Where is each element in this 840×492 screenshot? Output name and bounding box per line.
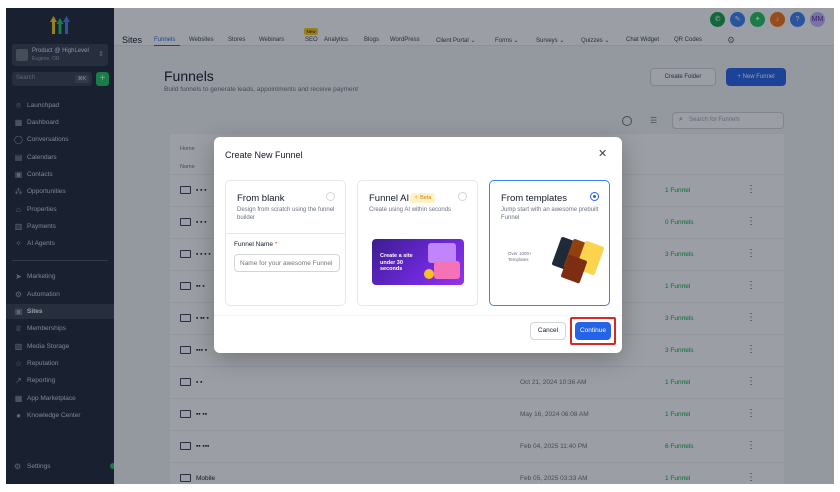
funnel-name-label: Funnel Name * xyxy=(234,241,277,248)
beta-badge: ✧ Beta xyxy=(410,193,436,203)
templates-promo-text: Over 1000+ Templates xyxy=(508,251,532,262)
ai-promo-text: Create a site under 30 seconds xyxy=(380,253,413,272)
highlight-annotation: Continue xyxy=(570,317,616,345)
modal-title: Create New Funnel xyxy=(225,150,303,160)
option-radio[interactable] xyxy=(326,192,335,201)
ai-preview-image: Create a site under 30 seconds xyxy=(372,239,464,285)
funnel-name-input[interactable] xyxy=(234,254,340,272)
required-mark: * xyxy=(274,241,278,248)
cancel-button[interactable]: Cancel xyxy=(530,322,566,340)
card-divider xyxy=(226,233,345,234)
preview-card-shape xyxy=(428,243,456,263)
option-from-templates[interactable]: From templates Jump start with an awesom… xyxy=(489,180,610,306)
option-description: Create using AI within seconds xyxy=(369,207,452,213)
option-radio[interactable] xyxy=(458,192,467,201)
modal-footer-divider xyxy=(214,315,622,316)
option-description: Design from scratch using the funnel bui… xyxy=(237,207,335,221)
option-radio-selected[interactable] xyxy=(590,192,599,201)
option-from-blank[interactable]: From blank Design from scratch using the… xyxy=(225,180,346,306)
funnel-name-label-text: Funnel Name xyxy=(234,241,274,248)
create-funnel-modal: Create New Funnel ✕ From blank Design fr… xyxy=(214,137,622,353)
templates-preview-image: Over 1000+ Templates xyxy=(500,236,605,284)
option-title: Funnel AI xyxy=(369,193,410,204)
continue-button[interactable]: Continue xyxy=(575,322,611,340)
close-icon[interactable]: ✕ xyxy=(598,149,607,160)
option-funnel-ai[interactable]: Funnel AI ✧ Beta Create using AI within … xyxy=(357,180,478,306)
preview-dot-shape xyxy=(424,269,434,279)
app-window: Product @ HighLevel Eugene, OR ⇕ Search … xyxy=(6,8,834,484)
option-title: From blank xyxy=(237,193,285,204)
screenshot-frame: Product @ HighLevel Eugene, OR ⇕ Search … xyxy=(0,0,840,492)
option-title: From templates xyxy=(501,193,567,204)
preview-card-shape xyxy=(434,261,460,279)
option-description: Jump start with an awesome prebuilt Funn… xyxy=(501,207,599,221)
